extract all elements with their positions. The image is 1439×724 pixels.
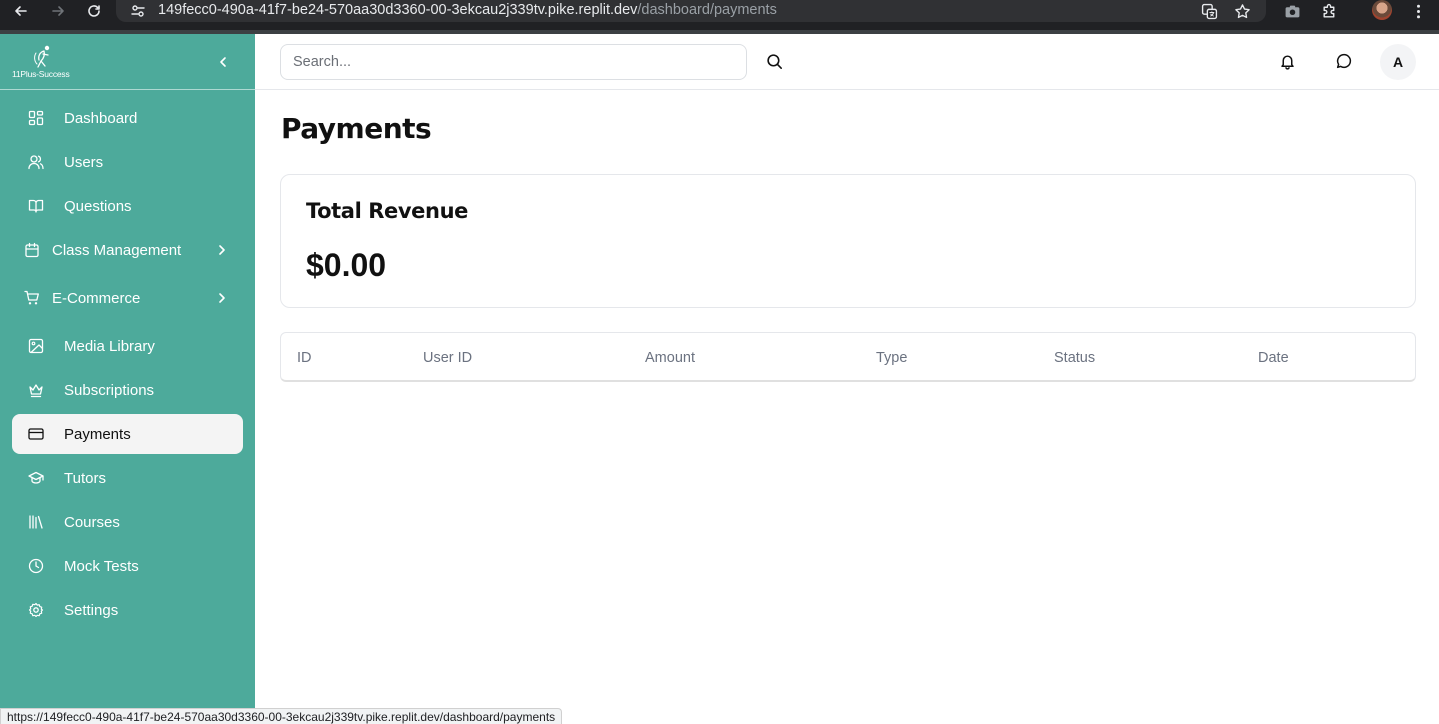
clock-icon xyxy=(28,558,44,574)
graduation-cap-icon xyxy=(28,470,44,486)
sidebar-item-dashboard[interactable]: Dashboard xyxy=(12,98,243,138)
column-header-amount[interactable]: Amount xyxy=(645,350,695,366)
chevron-right-icon xyxy=(215,243,229,257)
forward-icon[interactable] xyxy=(46,0,70,22)
top-bar: A xyxy=(255,34,1439,90)
sidebar-item-e-commerce[interactable]: E-Commerce xyxy=(12,278,243,318)
column-header-date[interactable]: Date xyxy=(1258,350,1289,366)
sidebar-item-mock-tests[interactable]: Mock Tests xyxy=(12,546,243,586)
sidebar-item-courses[interactable]: Courses xyxy=(12,502,243,542)
sidebar-item-label: Questions xyxy=(64,197,132,215)
sidebar-item-label: Tutors xyxy=(64,469,106,487)
sidebar-item-label: Class Management xyxy=(52,241,182,259)
url-host: 149fecc0-490a-41f7-be24-570aa30d3360-00-… xyxy=(158,2,638,18)
sidebar-item-label: Payments xyxy=(64,425,131,443)
search-icon[interactable] xyxy=(766,53,784,71)
chevron-left-icon xyxy=(220,57,226,67)
page-title: Payments xyxy=(281,112,432,145)
sidebar-item-tutors[interactable]: Tutors xyxy=(12,458,243,498)
crown-icon xyxy=(28,382,44,398)
sidebar-item-label: Settings xyxy=(64,601,119,619)
logo-text: 11Plus-Success xyxy=(12,69,70,79)
sidebar-item-media-library[interactable]: Media Library xyxy=(12,326,243,366)
browser-profile-avatar[interactable] xyxy=(1372,0,1392,20)
column-header-status[interactable]: Status xyxy=(1054,350,1095,366)
sidebar-item-questions[interactable]: Questions xyxy=(12,186,243,226)
image-icon xyxy=(28,338,44,354)
sidebar-item-subscriptions[interactable]: Subscriptions xyxy=(12,370,243,410)
payments-table: ID User ID Amount Type Status Date xyxy=(280,332,1416,382)
dashboard-grid-icon xyxy=(28,110,44,126)
sidebar-header: 11Plus-Success xyxy=(0,34,255,90)
translate-icon[interactable] xyxy=(1199,1,1219,21)
camera-icon[interactable] xyxy=(1282,1,1302,21)
address-bar[interactable]: 149fecc0-490a-41f7-be24-570aa30d3360-00-… xyxy=(116,0,1266,22)
sidebar-item-label: Subscriptions xyxy=(64,381,155,399)
back-icon[interactable] xyxy=(9,0,33,22)
user-avatar[interactable]: A xyxy=(1380,44,1416,80)
url-text: 149fecc0-490a-41f7-be24-570aa30d3360-00-… xyxy=(158,2,777,18)
notification-bell-icon[interactable] xyxy=(1279,53,1297,71)
sidebar-item-users[interactable]: Users xyxy=(12,142,243,182)
sidebar-item-class-management[interactable]: Class Management xyxy=(12,230,243,270)
column-header-type[interactable]: Type xyxy=(876,350,907,366)
users-icon xyxy=(28,154,44,170)
shopping-cart-icon xyxy=(24,290,40,306)
logo-figure-icon xyxy=(34,45,50,68)
collapse-sidebar-button[interactable] xyxy=(214,53,232,71)
logo[interactable]: 11Plus-Success xyxy=(10,45,74,79)
browser-menu-icon[interactable] xyxy=(1408,1,1428,21)
sidebar-item-payments[interactable]: Payments xyxy=(12,414,243,454)
extensions-icon[interactable] xyxy=(1319,1,1339,21)
search-input[interactable] xyxy=(280,44,747,80)
sidebar-item-label: Media Library xyxy=(64,337,155,355)
revenue-card-value: $0.00 xyxy=(306,247,387,283)
total-revenue-card: Total Revenue $0.00 xyxy=(280,174,1416,308)
column-header-id[interactable]: ID xyxy=(297,350,312,366)
revenue-card-title: Total Revenue xyxy=(306,199,468,223)
calendar-icon xyxy=(24,242,40,258)
browser-toolbar: 149fecc0-490a-41f7-be24-570aa30d3360-00-… xyxy=(0,0,1439,34)
library-icon xyxy=(28,514,44,530)
sidebar-item-label: Dashboard xyxy=(64,109,138,127)
url-path: /dashboard/payments xyxy=(637,2,777,18)
bookmark-star-icon[interactable] xyxy=(1232,1,1252,21)
reload-icon[interactable] xyxy=(82,0,106,22)
credit-card-icon xyxy=(28,426,44,442)
message-circle-icon[interactable] xyxy=(1335,53,1353,71)
sidebar-item-settings[interactable]: Settings xyxy=(12,590,243,630)
sidebar-item-label: E-Commerce xyxy=(52,289,141,307)
column-header-user-id[interactable]: User ID xyxy=(423,350,472,366)
site-settings-icon[interactable] xyxy=(130,3,146,19)
chevron-right-icon xyxy=(215,291,229,305)
sidebar-item-label: Users xyxy=(64,153,104,171)
sidebar: 11Plus-Success Dashboard Users Questions… xyxy=(0,34,255,724)
sidebar-item-label: Mock Tests xyxy=(64,557,139,575)
sidebar-item-label: Courses xyxy=(64,513,120,531)
link-status-bar: https://149fecc0-490a-41f7-be24-570aa30d… xyxy=(0,708,563,724)
book-open-icon xyxy=(28,198,44,214)
settings-gear-icon xyxy=(28,602,44,618)
